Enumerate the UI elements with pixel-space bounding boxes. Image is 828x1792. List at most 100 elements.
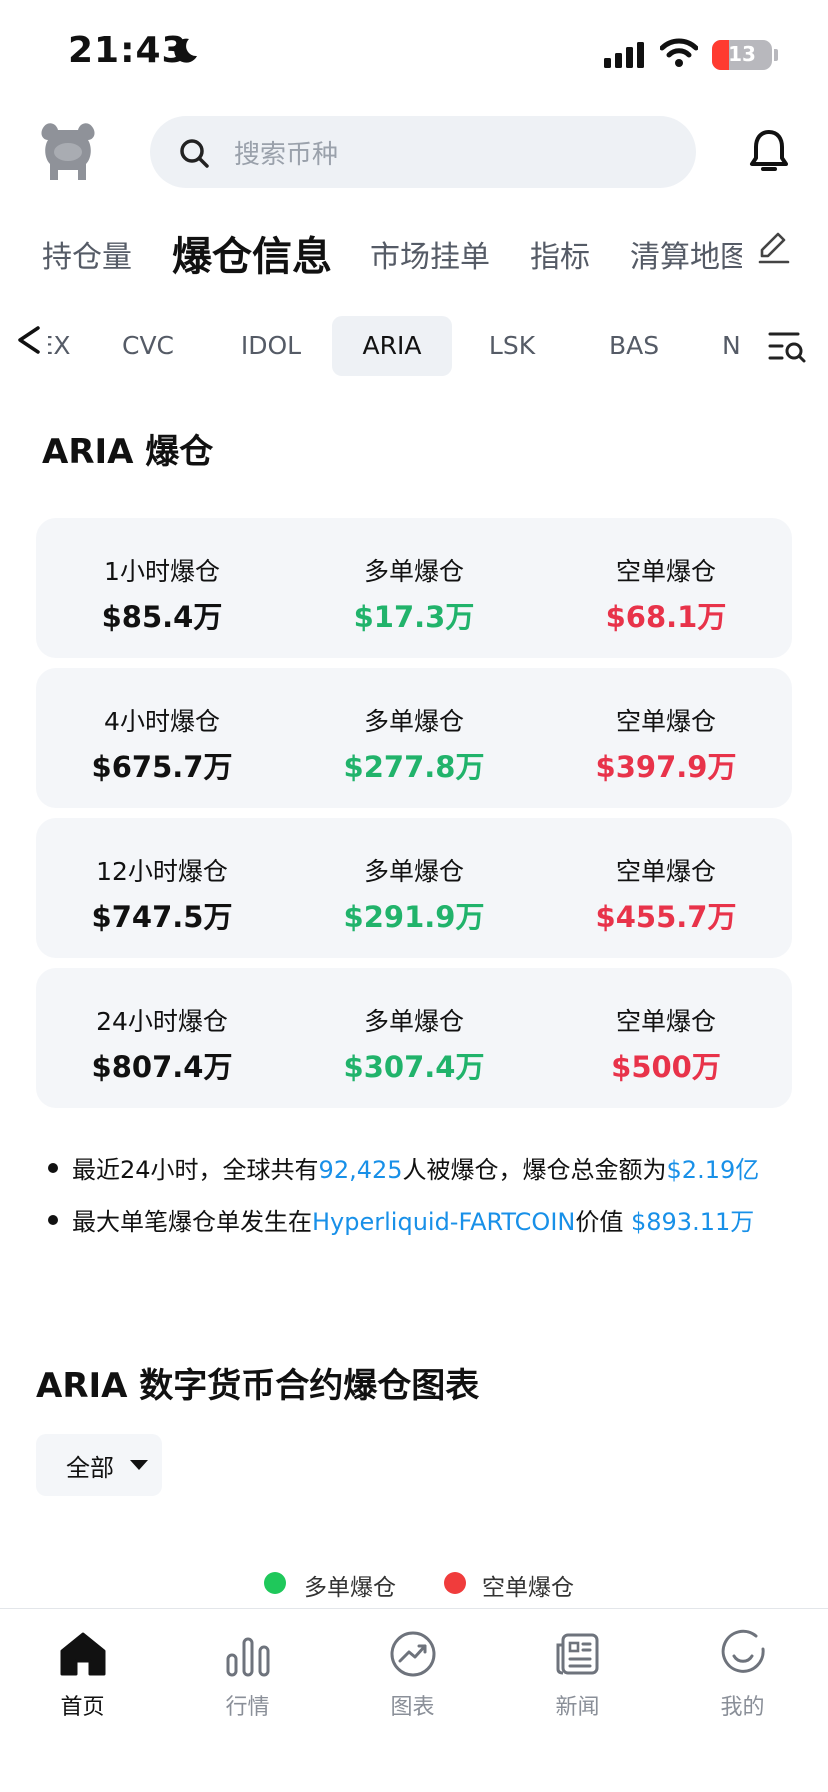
coin-search-list-button[interactable] (754, 316, 826, 376)
short-cell: 空单爆仓 $455.7万 (540, 818, 792, 958)
chart-title: ARIA 数字货币合约爆仓图表 (36, 1366, 480, 1406)
bullet (48, 1215, 58, 1225)
tab-liquidation-map[interactable]: 清算地图 (630, 232, 742, 276)
short-label: 空单爆仓 (615, 707, 716, 736)
nav-label: 我的 (720, 1695, 765, 1720)
list-search-icon (768, 332, 806, 363)
long-label: 多单爆仓 (363, 1007, 464, 1036)
long-label: 多单爆仓 (363, 857, 464, 886)
nav-label: 行情 (225, 1695, 270, 1720)
tab-order-book[interactable]: 市场挂单 (370, 232, 490, 276)
long-cell: 多单爆仓 $277.8万 (288, 668, 540, 808)
long-cell: 多单爆仓 $17.3万 (288, 518, 540, 658)
short-label: 空单爆仓 (615, 1007, 716, 1036)
long-value: $291.9万 (343, 900, 485, 934)
news-icon (556, 1633, 599, 1675)
caret-down-icon (130, 1460, 148, 1470)
short-value: $500万 (611, 1050, 721, 1084)
moon-icon (174, 38, 197, 63)
coin-tab-next[interactable]: N (722, 316, 756, 376)
search-placeholder: 搜索币种 (234, 140, 339, 170)
legend-long-dot (264, 1572, 286, 1594)
long-value: $17.3万 (353, 600, 475, 634)
search-input[interactable] (150, 116, 696, 188)
liquidation-card-24h: 24小时爆仓 $807.4万 多单爆仓 $307.4万 空单爆仓 $500万 (36, 968, 792, 1108)
total-cell: 12小时爆仓 $747.5万 (36, 818, 288, 958)
total-value: $675.7万 (91, 750, 233, 784)
total-label: 12小时爆仓 (96, 857, 228, 886)
nav-label: 图表 (390, 1695, 435, 1720)
liquidated-count: 92,425 (318, 1156, 403, 1184)
bottom-nav: 首页 行情 图表 新闻 我的 (0, 1608, 828, 1792)
tab-indicators[interactable]: 指标 (530, 232, 590, 276)
nav-profile[interactable]: 我的 (660, 1609, 825, 1749)
short-value: $68.1万 (605, 600, 727, 634)
battery-indicator: 13 (712, 40, 772, 70)
bell-icon[interactable] (748, 128, 790, 176)
nav-market[interactable]: 行情 (165, 1609, 330, 1749)
long-label: 多单爆仓 (363, 707, 464, 736)
home-icon (60, 1632, 106, 1676)
chevron-left-icon (18, 326, 40, 354)
liquidation-card-4h: 4小时爆仓 $675.7万 多单爆仓 $277.8万 空单爆仓 $397.9万 (36, 668, 792, 808)
total-value: $747.5万 (91, 900, 233, 934)
bullet (48, 1163, 58, 1173)
coin-tab-lsk[interactable]: LSK (472, 316, 552, 376)
section-title: ARIA 爆仓 (42, 432, 214, 472)
nav-charts[interactable]: 图表 (330, 1609, 495, 1749)
nav-home[interactable]: 首页 (0, 1609, 165, 1749)
tab-liquidations[interactable]: 爆仓信息 (172, 224, 332, 282)
short-label: 空单爆仓 (615, 557, 716, 586)
total-value: $85.4万 (101, 600, 223, 634)
edit-tabs-button[interactable] (752, 228, 790, 266)
note-text: 最近24小时，全球共有 (72, 1156, 319, 1184)
legend-long-label: 多单爆仓 (304, 1575, 396, 1601)
short-value: $455.7万 (595, 900, 737, 934)
long-value: $307.4万 (343, 1050, 485, 1084)
short-label: 空单爆仓 (615, 857, 716, 886)
liquidation-card-1h: 1小时爆仓 $85.4万 多单爆仓 $17.3万 空单爆仓 $68.1万 (36, 518, 792, 658)
liquidation-card-12h: 12小时爆仓 $747.5万 多单爆仓 $291.9万 空单爆仓 $455.7万 (36, 818, 792, 958)
long-value: $277.8万 (343, 750, 485, 784)
short-cell: 空单爆仓 $68.1万 (540, 518, 792, 658)
note-text: 人被爆仓，爆仓总金额为 (402, 1156, 667, 1184)
total-cell: 24小时爆仓 $807.4万 (36, 968, 288, 1108)
coin-tab-aria[interactable]: ARIA (332, 316, 452, 376)
long-cell: 多单爆仓 $291.9万 (288, 818, 540, 958)
search-icon (180, 139, 209, 168)
note-24h-summary: 最近24小时，全球共有92,425人被爆仓，爆仓总金额为$2.19亿 (48, 1150, 759, 1185)
scroll-left-button[interactable] (8, 318, 48, 362)
pencil-icon (758, 232, 790, 264)
coin-tab-idol[interactable]: IDOL (226, 316, 316, 376)
short-value: $397.9万 (595, 750, 737, 784)
long-cell: 多单爆仓 $307.4万 (288, 968, 540, 1108)
bar-chart-icon (226, 1637, 270, 1677)
nav-news[interactable]: 新闻 (495, 1609, 660, 1749)
avatar[interactable] (36, 118, 100, 186)
long-label: 多单爆仓 (363, 557, 464, 586)
cellular-signal-icon (604, 42, 644, 68)
total-amount: $2.19亿 (666, 1156, 760, 1184)
tab-open-interest[interactable]: 持仓量 (42, 232, 132, 276)
chart-filter-value: 全部 (66, 1454, 114, 1482)
trend-chart-icon (390, 1631, 436, 1677)
total-label: 1小时爆仓 (104, 557, 220, 586)
legend-short-dot (444, 1572, 466, 1594)
nav-label: 首页 (60, 1695, 105, 1720)
largest-order-amount: $893.11万 (630, 1208, 755, 1236)
coin-tab-cvc[interactable]: CVC (106, 316, 190, 376)
note-text: 最大单笔爆仓单发生在 (72, 1208, 312, 1236)
total-label: 24小时爆仓 (96, 1007, 228, 1036)
total-label: 4小时爆仓 (104, 707, 220, 736)
largest-order-link[interactable]: Hyperliquid-FARTCOIN (312, 1208, 575, 1236)
legend-short-label: 空单爆仓 (482, 1575, 574, 1601)
note-largest-order: 最大单笔爆仓单发生在Hyperliquid-FARTCOIN价值 $893.11… (48, 1202, 754, 1237)
battery-tip (774, 49, 778, 61)
coin-tab-bas[interactable]: BAS (594, 316, 674, 376)
wifi-icon (660, 38, 698, 67)
short-cell: 空单爆仓 $500万 (540, 968, 792, 1108)
battery-level: 13 (728, 42, 756, 66)
total-cell: 1小时爆仓 $85.4万 (36, 518, 288, 658)
note-text: 价值 (575, 1208, 624, 1236)
total-cell: 4小时爆仓 $675.7万 (36, 668, 288, 808)
